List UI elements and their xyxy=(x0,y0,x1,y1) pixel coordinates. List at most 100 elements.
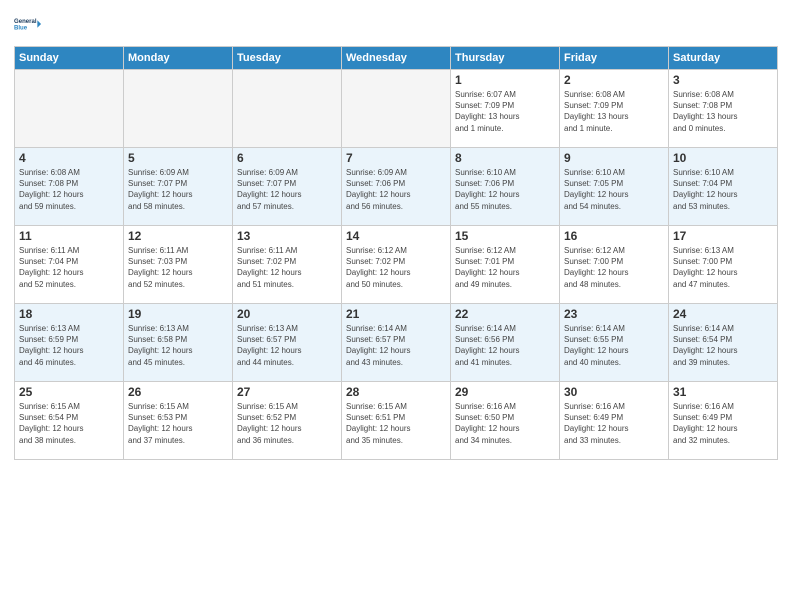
calendar-cell xyxy=(342,70,451,148)
day-info: Sunrise: 6:16 AM Sunset: 6:50 PM Dayligh… xyxy=(455,401,555,446)
day-number: 27 xyxy=(237,385,337,399)
day-number: 5 xyxy=(128,151,228,165)
calendar-cell: 9Sunrise: 6:10 AM Sunset: 7:05 PM Daylig… xyxy=(560,148,669,226)
calendar-cell xyxy=(15,70,124,148)
calendar-cell: 13Sunrise: 6:11 AM Sunset: 7:02 PM Dayli… xyxy=(233,226,342,304)
day-info: Sunrise: 6:14 AM Sunset: 6:56 PM Dayligh… xyxy=(455,323,555,368)
day-number: 24 xyxy=(673,307,773,321)
calendar-cell xyxy=(124,70,233,148)
day-info: Sunrise: 6:12 AM Sunset: 7:02 PM Dayligh… xyxy=(346,245,446,290)
calendar-cell: 5 Sunrise: 6:09 AM Sunset: 7:07 PM Daylig… xyxy=(124,148,233,226)
day-info: Sunrise: 6:13 AM Sunset: 6:58 PM Dayligh… xyxy=(128,323,228,368)
day-number: 23 xyxy=(564,307,664,321)
calendar-cell: 19 Sunrise: 6:13 AM Sunset: 6:58 PM Dayli… xyxy=(124,304,233,382)
day-info: Sunrise: 6:12 AM Sunset: 7:00 PM Dayligh… xyxy=(564,245,664,290)
calendar-week-4: 18Sunrise: 6:13 AM Sunset: 6:59 PM Dayli… xyxy=(15,304,778,382)
day-number: 3 xyxy=(673,73,773,87)
day-number: 30 xyxy=(564,385,664,399)
day-number: 28 xyxy=(346,385,446,399)
calendar-cell: 22 Sunrise: 6:14 AM Sunset: 6:56 PM Dayli… xyxy=(451,304,560,382)
day-info: Sunrise: 6:12 AM Sunset: 7:01 PM Dayligh… xyxy=(455,245,555,290)
calendar-cell: 21Sunrise: 6:14 AM Sunset: 6:57 PM Dayli… xyxy=(342,304,451,382)
calendar-header-saturday: Saturday xyxy=(669,47,778,70)
calendar-cell: 20 Sunrise: 6:13 AM Sunset: 6:57 PM Dayli… xyxy=(233,304,342,382)
day-info: Sunrise: 6:14 AM Sunset: 6:55 PM Dayligh… xyxy=(564,323,664,368)
calendar-cell: 8 Sunrise: 6:10 AM Sunset: 7:06 PM Daylig… xyxy=(451,148,560,226)
logo: GeneralBlue xyxy=(14,10,42,38)
calendar-cell: 2 Sunrise: 6:08 AM Sunset: 7:09 PM Daylig… xyxy=(560,70,669,148)
calendar-cell: 4Sunrise: 6:08 AM Sunset: 7:08 PM Daylig… xyxy=(15,148,124,226)
day-number: 17 xyxy=(673,229,773,243)
calendar-header-tuesday: Tuesday xyxy=(233,47,342,70)
day-info: Sunrise: 6:13 AM Sunset: 6:59 PM Dayligh… xyxy=(19,323,119,368)
calendar-header-friday: Friday xyxy=(560,47,669,70)
calendar-cell: 18Sunrise: 6:13 AM Sunset: 6:59 PM Dayli… xyxy=(15,304,124,382)
day-number: 6 xyxy=(237,151,337,165)
day-info: Sunrise: 6:15 AM Sunset: 6:52 PM Dayligh… xyxy=(237,401,337,446)
day-info: Sunrise: 6:15 AM Sunset: 6:51 PM Dayligh… xyxy=(346,401,446,446)
day-number: 15 xyxy=(455,229,555,243)
day-number: 13 xyxy=(237,229,337,243)
calendar-cell: 16 Sunrise: 6:12 AM Sunset: 7:00 PM Dayli… xyxy=(560,226,669,304)
day-info: Sunrise: 6:15 AM Sunset: 6:53 PM Dayligh… xyxy=(128,401,228,446)
calendar-cell: 24 Sunrise: 6:14 AM Sunset: 6:54 PM Dayli… xyxy=(669,304,778,382)
calendar-week-5: 25 Sunrise: 6:15 AM Sunset: 6:54 PM Dayli… xyxy=(15,382,778,460)
page: GeneralBlue SundayMondayTuesdayWednesday… xyxy=(0,0,792,612)
calendar-cell: 3 Sunrise: 6:08 AM Sunset: 7:08 PM Daylig… xyxy=(669,70,778,148)
day-number: 1 xyxy=(455,73,555,87)
calendar-header-row: SundayMondayTuesdayWednesdayThursdayFrid… xyxy=(15,47,778,70)
day-info: Sunrise: 6:10 AM Sunset: 7:06 PM Dayligh… xyxy=(455,167,555,212)
calendar-cell: 23 Sunrise: 6:14 AM Sunset: 6:55 PM Dayli… xyxy=(560,304,669,382)
day-info: Sunrise: 6:07 AM Sunset: 7:09 PM Dayligh… xyxy=(455,89,555,134)
svg-text:Blue: Blue xyxy=(14,26,28,32)
day-info: Sunrise: 6:09 AM Sunset: 7:07 PM Dayligh… xyxy=(128,167,228,212)
calendar-cell: 30 Sunrise: 6:16 AM Sunset: 6:49 PM Dayli… xyxy=(560,382,669,460)
calendar-header-sunday: Sunday xyxy=(15,47,124,70)
day-info: Sunrise: 6:16 AM Sunset: 6:49 PM Dayligh… xyxy=(564,401,664,446)
calendar-cell: 10Sunrise: 6:10 AM Sunset: 7:04 PM Dayli… xyxy=(669,148,778,226)
day-number: 29 xyxy=(455,385,555,399)
day-info: Sunrise: 6:14 AM Sunset: 6:54 PM Dayligh… xyxy=(673,323,773,368)
day-number: 8 xyxy=(455,151,555,165)
day-number: 25 xyxy=(19,385,119,399)
calendar-cell: 28 Sunrise: 6:15 AM Sunset: 6:51 PM Dayli… xyxy=(342,382,451,460)
calendar-cell: 26Sunrise: 6:15 AM Sunset: 6:53 PM Dayli… xyxy=(124,382,233,460)
day-number: 16 xyxy=(564,229,664,243)
calendar-cell: 25 Sunrise: 6:15 AM Sunset: 6:54 PM Dayli… xyxy=(15,382,124,460)
day-info: Sunrise: 6:14 AM Sunset: 6:57 PM Dayligh… xyxy=(346,323,446,368)
day-info: Sunrise: 6:13 AM Sunset: 6:57 PM Dayligh… xyxy=(237,323,337,368)
calendar-header-thursday: Thursday xyxy=(451,47,560,70)
calendar-header-wednesday: Wednesday xyxy=(342,47,451,70)
day-info: Sunrise: 6:16 AM Sunset: 6:49 PM Dayligh… xyxy=(673,401,773,446)
svg-text:General: General xyxy=(14,19,37,25)
calendar-cell: 15 Sunrise: 6:12 AM Sunset: 7:01 PM Dayli… xyxy=(451,226,560,304)
day-number: 31 xyxy=(673,385,773,399)
day-number: 4 xyxy=(19,151,119,165)
calendar-week-1: 1 Sunrise: 6:07 AM Sunset: 7:09 PM Daylig… xyxy=(15,70,778,148)
day-number: 2 xyxy=(564,73,664,87)
calendar-week-3: 11Sunrise: 6:11 AM Sunset: 7:04 PM Dayli… xyxy=(15,226,778,304)
calendar-cell xyxy=(233,70,342,148)
calendar-cell: 17 Sunrise: 6:13 AM Sunset: 7:00 PM Dayli… xyxy=(669,226,778,304)
calendar-cell: 14Sunrise: 6:12 AM Sunset: 7:02 PM Dayli… xyxy=(342,226,451,304)
day-info: Sunrise: 6:15 AM Sunset: 6:54 PM Dayligh… xyxy=(19,401,119,446)
day-info: Sunrise: 6:08 AM Sunset: 7:08 PM Dayligh… xyxy=(673,89,773,134)
day-number: 20 xyxy=(237,307,337,321)
calendar-cell: 11Sunrise: 6:11 AM Sunset: 7:04 PM Dayli… xyxy=(15,226,124,304)
logo-icon: GeneralBlue xyxy=(14,10,42,38)
calendar-cell: 31 Sunrise: 6:16 AM Sunset: 6:49 PM Dayli… xyxy=(669,382,778,460)
calendar-cell: 1 Sunrise: 6:07 AM Sunset: 7:09 PM Daylig… xyxy=(451,70,560,148)
day-info: Sunrise: 6:13 AM Sunset: 7:00 PM Dayligh… xyxy=(673,245,773,290)
header: GeneralBlue xyxy=(14,10,778,38)
day-info: Sunrise: 6:10 AM Sunset: 7:04 PM Dayligh… xyxy=(673,167,773,212)
calendar-week-2: 4Sunrise: 6:08 AM Sunset: 7:08 PM Daylig… xyxy=(15,148,778,226)
calendar-cell: 27 Sunrise: 6:15 AM Sunset: 6:52 PM Dayli… xyxy=(233,382,342,460)
day-info: Sunrise: 6:09 AM Sunset: 7:06 PM Dayligh… xyxy=(346,167,446,212)
day-info: Sunrise: 6:09 AM Sunset: 7:07 PM Dayligh… xyxy=(237,167,337,212)
day-info: Sunrise: 6:08 AM Sunset: 7:09 PM Dayligh… xyxy=(564,89,664,134)
calendar-header-monday: Monday xyxy=(124,47,233,70)
day-number: 22 xyxy=(455,307,555,321)
day-number: 12 xyxy=(128,229,228,243)
calendar-table: SundayMondayTuesdayWednesdayThursdayFrid… xyxy=(14,46,778,460)
day-number: 19 xyxy=(128,307,228,321)
